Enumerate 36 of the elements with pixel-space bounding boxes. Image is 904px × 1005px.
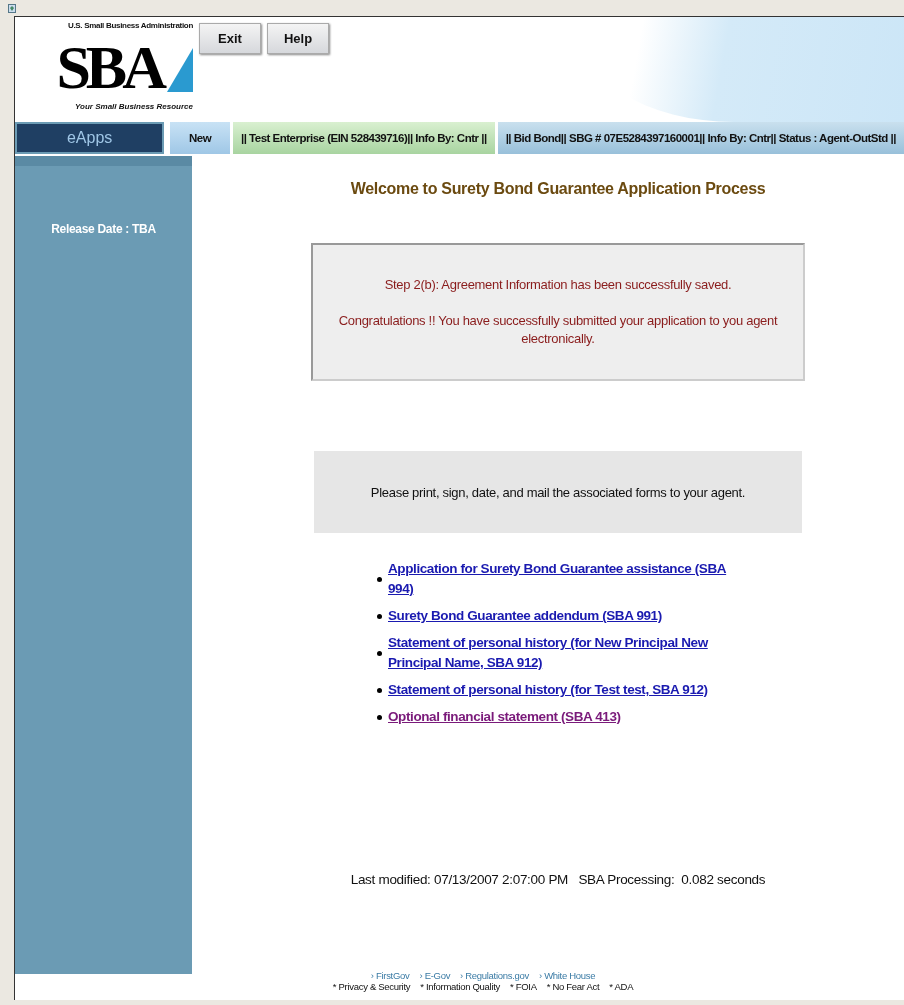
bullet-icon xyxy=(377,714,382,720)
message-text: Step 2(b): Agreement Information has been successfully saved. xyxy=(384,276,732,294)
logo-tagline: Your Small Business Resource xyxy=(75,102,193,111)
form-link[interactable]: Statement of personal history (for New Principal New Principal Name, SBA 912) xyxy=(388,633,753,673)
sba-logo: SBA xyxy=(56,42,164,92)
bullet-icon xyxy=(377,576,382,582)
broken-image-icon xyxy=(8,4,16,13)
form-link[interactable]: Surety Bond Guarantee addendum (SBA 991) xyxy=(388,606,662,626)
policy-link[interactable]: * No Fear Act xyxy=(546,981,600,992)
bullet-icon xyxy=(377,687,382,693)
sidebar-title: eApps xyxy=(66,129,113,147)
message-text: Congratulations !! You have successfully submitted your application to you agent electronically. xyxy=(337,312,779,348)
page-heading: Welcome to Surety Bond Guarantee Application Process xyxy=(350,180,766,198)
policy-link[interactable]: * ADA xyxy=(609,981,634,992)
form-link[interactable]: Statement of personal history (for Test test, SBA 912) xyxy=(388,680,708,700)
instruction-text: Please print, sign, date, and mail the associated forms to your agent. xyxy=(370,484,746,500)
bond-status-bar: || Bid Bond|| SBG # 07E5284397160001|| Info By: Cntr|| Status : Agent-OutStd || xyxy=(497,122,904,154)
footer-link[interactable]: › FirstGov xyxy=(370,970,410,981)
enterprise-info-bar: || Test Enterprise (EIN 528439716)|| Info By: Cntr || xyxy=(232,122,495,154)
form-link[interactable]: Optional financial statement (SBA 413) xyxy=(388,707,621,727)
policy-link[interactable]: * FOIA xyxy=(510,981,537,992)
agency-name: U.S. Small Business Administration xyxy=(67,21,193,30)
bullet-icon xyxy=(377,613,382,619)
last-modified-text: Last modified: 07/13/2007 2:07:00 PM SBA Processing: 0.082 seconds xyxy=(350,872,766,887)
policy-link[interactable]: * Privacy & Security xyxy=(332,981,411,992)
footer-link[interactable]: › White House xyxy=(538,970,596,981)
release-date: Release Date : TBA xyxy=(51,222,156,236)
exit-button[interactable]: Exit xyxy=(199,23,261,54)
footer-link[interactable]: › Regulations.gov xyxy=(460,970,529,981)
bullet-icon xyxy=(377,650,382,656)
form-link[interactable]: Application for Surety Bond Guarantee assistance (SBA 994) xyxy=(388,559,753,599)
policy-link[interactable]: * Information Quality xyxy=(420,981,500,992)
footer-link[interactable]: › E-Gov xyxy=(419,970,451,981)
new-tab[interactable]: New xyxy=(170,122,230,154)
triangle-icon xyxy=(167,48,193,92)
help-button[interactable]: Help xyxy=(267,23,329,54)
